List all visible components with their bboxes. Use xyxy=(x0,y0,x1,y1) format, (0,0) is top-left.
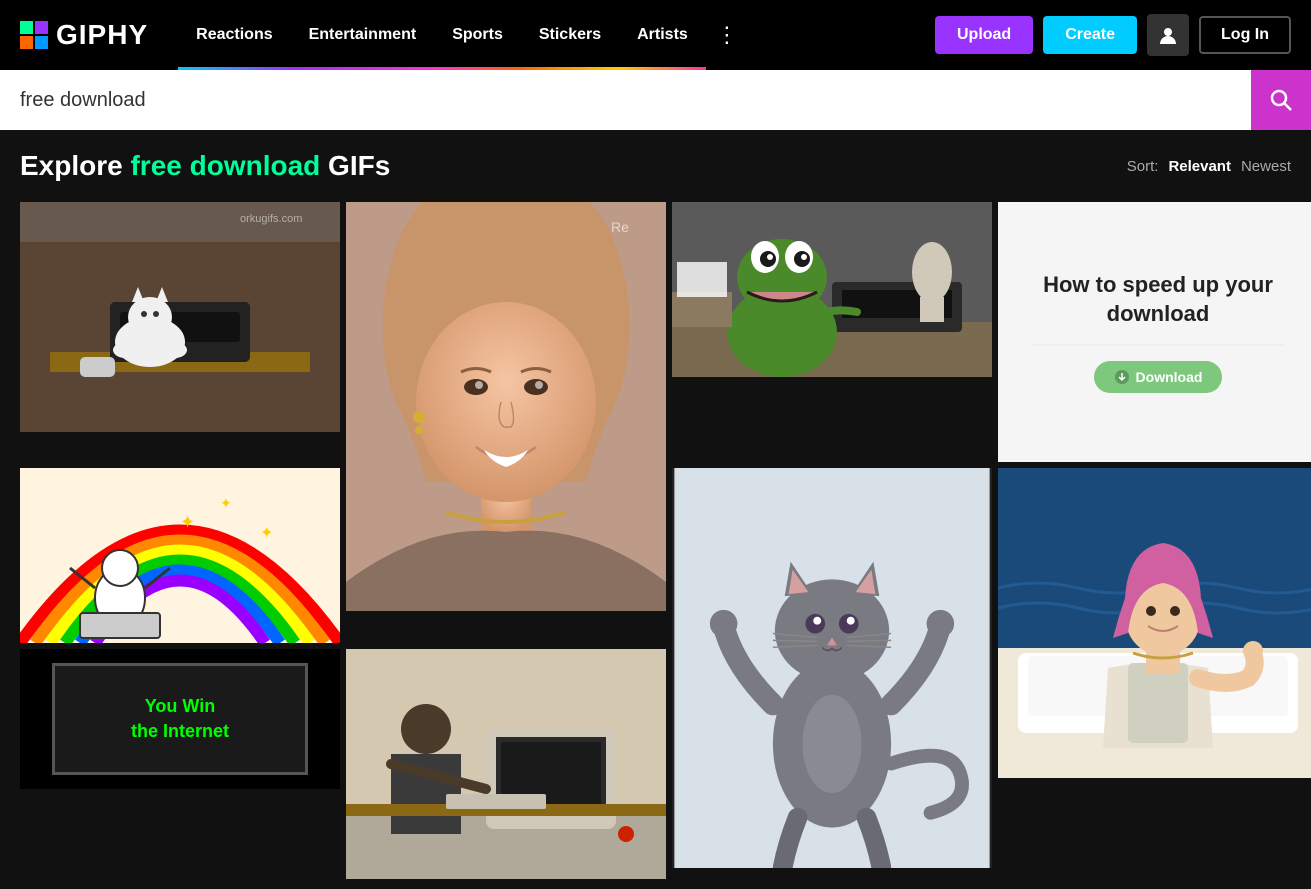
ad-download-label: Download xyxy=(1136,369,1203,385)
svg-text:✦: ✦ xyxy=(220,495,232,511)
logo[interactable]: GIPHY xyxy=(20,19,148,51)
nav-item-entertainment[interactable]: Entertainment xyxy=(291,0,435,70)
rainbow-image: ✦ ✦ ✦ xyxy=(20,468,340,643)
explore-title: Explore free download GIFs xyxy=(20,150,390,182)
nav-item-artists[interactable]: Artists xyxy=(619,0,706,70)
explore-suffix: GIFs xyxy=(320,150,390,181)
gif-cell-person-computer[interactable] xyxy=(346,649,666,879)
sort-relevant[interactable]: Relevant xyxy=(1168,158,1231,175)
nav-item-reactions[interactable]: Reactions xyxy=(178,0,290,70)
create-button[interactable]: Create xyxy=(1043,16,1137,54)
nav-item-sports[interactable]: Sports xyxy=(434,0,521,70)
sort-newest[interactable]: Newest xyxy=(1241,158,1291,175)
download-icon xyxy=(1114,369,1130,385)
svg-text:Re: Re xyxy=(611,219,629,235)
sort-label: Sort: xyxy=(1127,158,1159,175)
gif-cell-rainbow[interactable]: ✦ ✦ ✦ xyxy=(20,468,340,643)
main-nav: Reactions Entertainment Sports Stickers … xyxy=(178,0,915,70)
gif-cell-kermit[interactable] xyxy=(672,202,992,377)
explore-highlight: free download xyxy=(130,150,320,181)
logo-text: GIPHY xyxy=(56,19,148,51)
gif-cell-woman-boat[interactable] xyxy=(998,468,1311,778)
sort-bar: Sort: Relevant Newest xyxy=(1127,158,1291,175)
header: GIPHY Reactions Entertainment Sports Sti… xyxy=(0,0,1311,70)
user-icon xyxy=(1157,24,1179,46)
login-button[interactable]: Log In xyxy=(1199,16,1291,54)
cat-standing-image xyxy=(672,468,992,868)
kermit-image xyxy=(672,202,992,377)
gif-grid: orkugifs.com xyxy=(0,192,1311,889)
search-button[interactable] xyxy=(1251,70,1311,130)
svg-text:orkugifs.com: orkugifs.com xyxy=(240,213,302,225)
cat-typing-image: orkugifs.com xyxy=(20,202,340,432)
search-input[interactable] xyxy=(0,70,1251,130)
person-computer-image xyxy=(346,649,666,879)
gif-cell-you-win[interactable]: You Winthe Internet xyxy=(20,649,340,789)
explore-section: Explore free download GIFs Sort: Relevan… xyxy=(0,130,1311,192)
user-icon-button[interactable] xyxy=(1147,14,1189,56)
gif-cell-woman-smiling[interactable]: Re xyxy=(346,202,666,611)
woman-smiling-image: Re xyxy=(346,202,666,611)
ad-download-button[interactable]: Download xyxy=(1094,361,1223,393)
explore-prefix: Explore xyxy=(20,150,130,181)
gif-cell-cat-standing[interactable] xyxy=(672,468,992,868)
logo-icon xyxy=(20,21,48,49)
woman-boat-image xyxy=(998,468,1311,778)
gif-cell-cat-typing[interactable]: orkugifs.com xyxy=(20,202,340,432)
more-menu-dots[interactable]: ⋮ xyxy=(706,22,748,48)
you-win-text: You Winthe Internet xyxy=(131,694,229,744)
ad-title: How to speed up your download xyxy=(1018,271,1298,328)
nav-item-stickers[interactable]: Stickers xyxy=(521,0,619,70)
svg-text:✦: ✦ xyxy=(260,525,273,542)
svg-text:✦: ✦ xyxy=(180,512,195,532)
search-icon xyxy=(1269,88,1293,112)
you-win-screen: You Winthe Internet xyxy=(52,663,308,775)
nav-actions: Upload Create Log In xyxy=(935,14,1291,56)
upload-button[interactable]: Upload xyxy=(935,16,1033,54)
search-bar xyxy=(0,70,1311,130)
gif-cell-ad[interactable]: How to speed up your download Download xyxy=(998,202,1311,462)
